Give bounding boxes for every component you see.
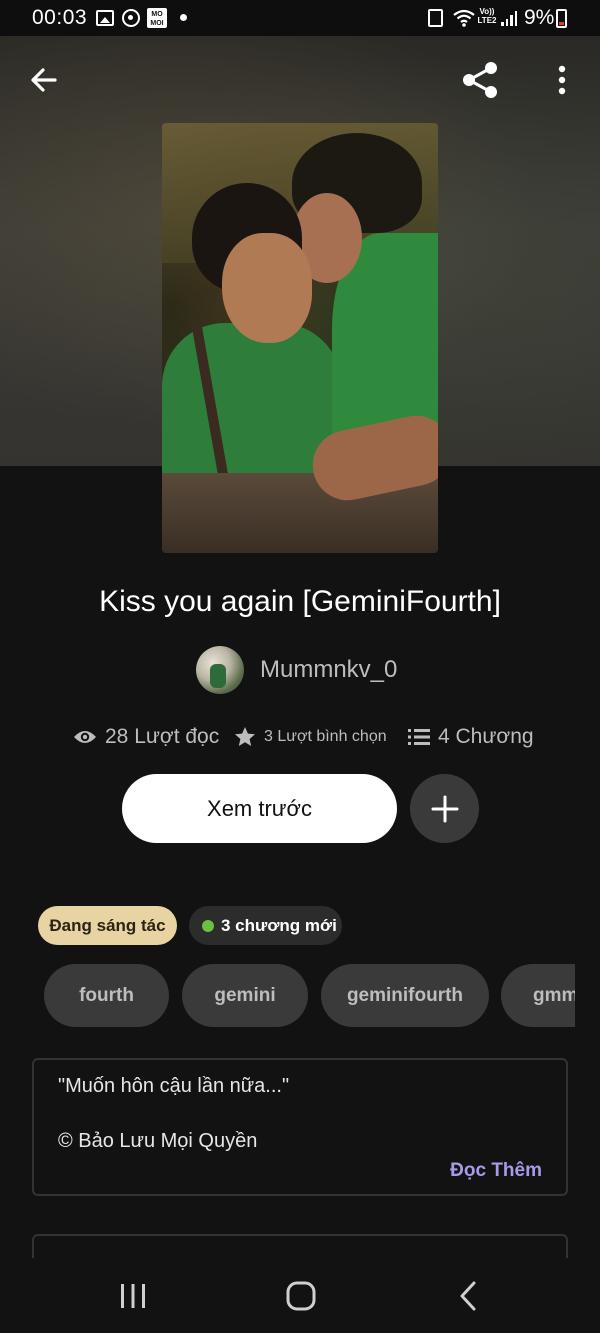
- list-icon: [408, 729, 430, 745]
- new-indicator-dot: [202, 919, 214, 932]
- share-icon: [463, 62, 497, 98]
- lte-indicator: Vo)) LTE2: [477, 7, 497, 25]
- home-icon: [286, 1281, 316, 1311]
- tag-list: fourth gemini geminifourth gmm: [44, 964, 575, 1027]
- preview-button[interactable]: Xem trước: [122, 774, 397, 843]
- home-button[interactable]: [271, 1272, 331, 1320]
- tag-chip[interactable]: fourth: [44, 964, 169, 1027]
- votes-count: 3 Lượt bình chọn: [264, 728, 387, 745]
- status-badge: Đang sáng tác: [38, 906, 177, 945]
- author-avatar[interactable]: [196, 646, 244, 694]
- chevron-left-icon: [460, 1281, 476, 1311]
- parts-count: 4 Chương: [438, 725, 534, 748]
- wifi-icon: [452, 8, 476, 28]
- tag-chip[interactable]: gmm: [501, 964, 575, 1027]
- tag-chip[interactable]: geminifourth: [321, 964, 489, 1027]
- sync-icon: [122, 9, 140, 27]
- recents-button[interactable]: [103, 1272, 163, 1320]
- story-cover-image[interactable]: [162, 123, 438, 553]
- momo-icon: MO MOI: [147, 8, 167, 28]
- reads-stat: 28 Lượt đọc: [73, 720, 219, 754]
- story-title: Kiss you again [GeminiFourth]: [99, 585, 501, 618]
- signal-icon: [500, 10, 518, 26]
- description-quote: "Muốn hôn cậu lần nữa...": [58, 1075, 290, 1097]
- back-button[interactable]: [22, 58, 66, 102]
- author-link[interactable]: Mummnkv_0: [196, 646, 397, 694]
- plus-icon: [431, 795, 458, 822]
- star-icon: [235, 727, 255, 746]
- gallery-icon: [96, 10, 114, 26]
- new-parts-label: 3 chương mới: [221, 915, 337, 935]
- arrow-left-icon: [31, 68, 57, 92]
- recents-icon: [121, 1284, 145, 1308]
- story-stats: 28 Lượt đọc 3 Lượt bình chọn 4 Chương: [0, 720, 600, 754]
- reads-count: 28 Lượt đọc: [105, 725, 220, 748]
- lock-icon: [428, 9, 443, 27]
- copyright-notice: © Bảo Lưu Mọi Quyền: [58, 1130, 258, 1152]
- description-card: "Muốn hôn cậu lần nữa..." © Bảo Lưu Mọi …: [32, 1058, 568, 1196]
- battery-percent: 9%: [524, 6, 555, 29]
- share-button[interactable]: [458, 58, 502, 102]
- status-time: 00:03: [32, 6, 88, 29]
- status-bar: 00:03 MO MOI Vo)) LTE2 9%: [0, 0, 600, 36]
- parts-stat: 4 Chương: [408, 720, 534, 754]
- read-more-link[interactable]: Đọc Thêm: [450, 1160, 542, 1182]
- new-parts-badge: 3 chương mới: [189, 906, 342, 945]
- eye-icon: [74, 731, 96, 743]
- battery-icon: [556, 9, 567, 28]
- system-navigation-bar: [0, 1258, 600, 1333]
- more-options-button[interactable]: [544, 58, 580, 102]
- add-to-library-button[interactable]: [410, 774, 479, 843]
- nav-back-button[interactable]: [438, 1272, 498, 1320]
- author-name[interactable]: Mummnkv_0: [260, 656, 397, 684]
- votes-stat: 3 Lượt bình chọn: [234, 720, 387, 754]
- notification-dot-icon: [180, 14, 187, 21]
- tag-chip[interactable]: gemini: [182, 964, 308, 1027]
- more-vertical-icon: [558, 65, 566, 95]
